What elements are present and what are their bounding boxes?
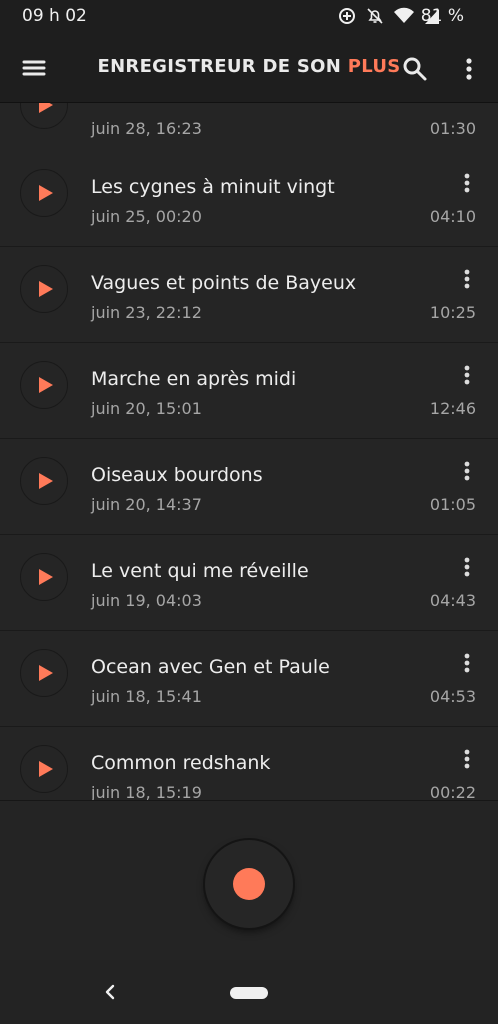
recording-duration: 12:46 <box>429 399 476 418</box>
more-vert-icon <box>464 173 470 193</box>
play-icon <box>39 103 53 113</box>
play-icon <box>39 665 53 681</box>
record-panel <box>0 800 498 961</box>
record-icon <box>233 868 265 900</box>
play-icon <box>39 569 53 585</box>
search-button[interactable] <box>400 54 430 84</box>
play-button[interactable] <box>20 649 68 697</box>
home-pill-icon[interactable] <box>230 987 268 999</box>
recording-title: Le vent qui me réveille <box>91 560 309 582</box>
recording-more-button[interactable] <box>456 747 478 775</box>
recording-duration: 04:43 <box>429 591 476 610</box>
recording-row[interactable]: Les cygnes à minuit vingt juin 25, 00:20… <box>0 151 498 247</box>
play-button[interactable] <box>20 361 68 409</box>
recording-title: Les cygnes à minuit vingt <box>91 176 335 198</box>
app-title-accent: PLUS <box>347 56 401 77</box>
recording-duration: 04:10 <box>429 207 476 226</box>
recording-more-button[interactable] <box>456 363 478 391</box>
recording-more-button[interactable] <box>456 651 478 679</box>
recording-row[interactable]: Common redshank juin 18, 15:19 00:22 <box>0 727 498 800</box>
play-icon <box>39 377 53 393</box>
recording-duration: 04:53 <box>429 687 476 706</box>
play-button[interactable] <box>20 457 68 505</box>
play-icon <box>39 473 53 489</box>
record-button[interactable] <box>205 840 293 928</box>
overflow-menu-button[interactable] <box>458 54 480 84</box>
more-vert-icon <box>466 58 472 80</box>
notifications-off-icon <box>367 8 383 24</box>
more-vert-icon <box>464 269 470 289</box>
recording-row[interactable]: Marche en après midi juin 20, 15:01 12:4… <box>0 343 498 439</box>
recording-more-button[interactable] <box>456 555 478 583</box>
wifi-icon <box>394 7 414 23</box>
recording-row[interactable]: Le vent qui me réveille juin 19, 04:03 0… <box>0 535 498 631</box>
recording-date: juin 28, 16:23 <box>91 119 202 138</box>
recording-date: juin 19, 04:03 <box>91 591 202 610</box>
recording-date: juin 23, 22:12 <box>91 303 202 322</box>
recording-title: Ocean avec Gen et Paule <box>91 656 330 678</box>
recording-duration: 01:05 <box>429 495 476 514</box>
play-icon <box>39 761 53 777</box>
recording-title: Oiseaux bourdons <box>91 464 263 486</box>
recording-duration: 01:30 <box>429 119 476 138</box>
recording-more-button[interactable] <box>456 267 478 295</box>
back-button[interactable] <box>98 980 122 1004</box>
play-button[interactable] <box>20 169 68 217</box>
search-icon <box>403 57 427 81</box>
recording-row[interactable]: Ocean avec Gen et Paule juin 18, 15:41 0… <box>0 631 498 727</box>
recording-more-button[interactable] <box>456 171 478 199</box>
more-vert-icon <box>464 365 470 385</box>
play-icon <box>39 185 53 201</box>
recording-title: Marche en après midi <box>91 368 297 390</box>
more-vert-icon <box>464 749 470 769</box>
more-vert-icon <box>464 461 470 481</box>
recording-title: Vagues et points de Bayeux <box>91 272 357 294</box>
recording-date: juin 18, 15:41 <box>91 687 202 706</box>
data-saver-icon <box>339 8 355 24</box>
recording-row[interactable]: Vagues et points de Bayeux juin 23, 22:1… <box>0 247 498 343</box>
system-nav-bar <box>0 960 498 1024</box>
recording-row[interactable]: Oiseaux bourdons juin 20, 14:37 01:05 <box>0 439 498 535</box>
app-title-main: ENREGISTREUR DE SON <box>97 56 348 77</box>
back-icon <box>105 984 115 1000</box>
recording-duration: 10:25 <box>429 303 476 322</box>
status-bar: 09 h 02 81 % <box>0 0 498 34</box>
recording-date: juin 20, 15:01 <box>91 399 202 418</box>
app-bar: ENREGISTREUR DE SON PLUS <box>0 34 498 103</box>
battery-percent: 81 % <box>420 6 464 26</box>
recordings-list[interactable]: juin 28, 16:23 01:30 Les cygnes à minuit… <box>0 103 498 800</box>
status-time: 09 h 02 <box>22 6 87 26</box>
more-vert-icon <box>464 653 470 673</box>
recording-date: juin 20, 14:37 <box>91 495 202 514</box>
recording-duration: 00:22 <box>429 783 476 800</box>
play-button[interactable] <box>20 553 68 601</box>
more-vert-icon <box>464 557 470 577</box>
recording-title: Common redshank <box>91 752 271 774</box>
play-icon <box>39 281 53 297</box>
recording-date: juin 18, 15:19 <box>91 783 202 800</box>
recording-more-button[interactable] <box>456 459 478 487</box>
play-button[interactable] <box>20 103 68 129</box>
play-button[interactable] <box>20 265 68 313</box>
recording-date: juin 25, 00:20 <box>91 207 202 226</box>
play-button[interactable] <box>20 745 68 793</box>
